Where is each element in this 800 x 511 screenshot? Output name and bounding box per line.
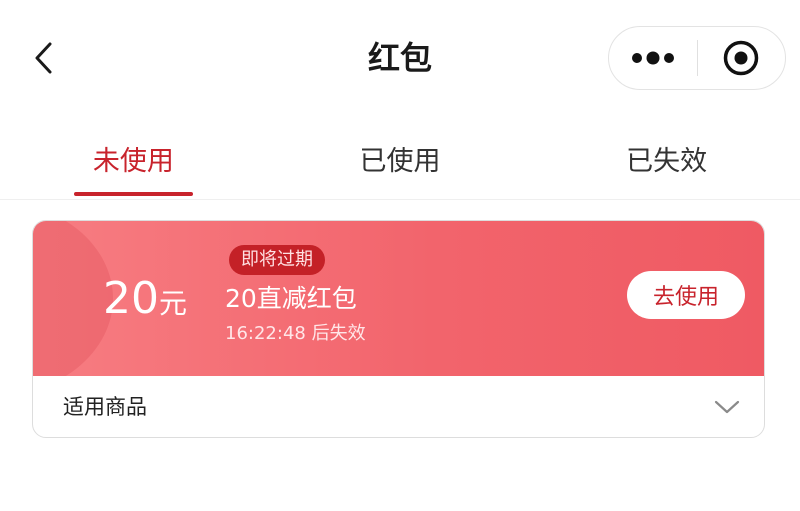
- coupon-amount-unit: 元: [159, 287, 188, 320]
- more-dots-icon: [631, 51, 674, 65]
- chevron-left-icon: [35, 42, 52, 74]
- coupon-name: 20直减红包: [225, 284, 357, 313]
- applicable-goods-toggle[interactable]: 适用商品: [33, 376, 764, 437]
- coupon-expire-text: 16:22:48 后失效: [225, 321, 366, 347]
- coupon-amount-value: 20: [103, 273, 159, 324]
- use-coupon-button[interactable]: 去使用: [627, 271, 745, 319]
- coupon-amount: 20元: [103, 271, 187, 336]
- chevron-down-icon: [714, 400, 740, 414]
- active-tab-indicator: [74, 192, 193, 196]
- coupon-countdown: 16:22:48: [225, 323, 306, 344]
- tab-expired[interactable]: 已失效: [533, 118, 800, 199]
- more-button[interactable]: [609, 27, 697, 89]
- tab-label: 未使用: [92, 146, 174, 177]
- coupon-card: 20元 即将过期 20直减红包 16:22:48 后失效 去使用 适用商品: [32, 220, 765, 438]
- coupon-expire-suffix: 后失效: [311, 323, 366, 344]
- mini-program-capsule: [608, 26, 786, 90]
- coupon-status-tabs: 未使用 已使用 已失效: [0, 118, 800, 200]
- target-circle-icon: [724, 40, 759, 76]
- navigation-bar: 红包: [0, 0, 800, 118]
- coupon-decoration: [33, 221, 113, 376]
- tab-label: 已使用: [359, 146, 441, 177]
- coupon-header: 20元 即将过期 20直减红包 16:22:48 后失效 去使用: [33, 221, 764, 376]
- tab-used[interactable]: 已使用: [267, 118, 534, 199]
- applicable-goods-label: 适用商品: [63, 395, 147, 419]
- expiring-badge: 即将过期: [229, 245, 325, 275]
- tab-unused[interactable]: 未使用: [0, 118, 267, 199]
- close-mini-program-button[interactable]: [698, 27, 786, 89]
- back-button[interactable]: [22, 36, 66, 80]
- tab-label: 已失效: [626, 146, 708, 177]
